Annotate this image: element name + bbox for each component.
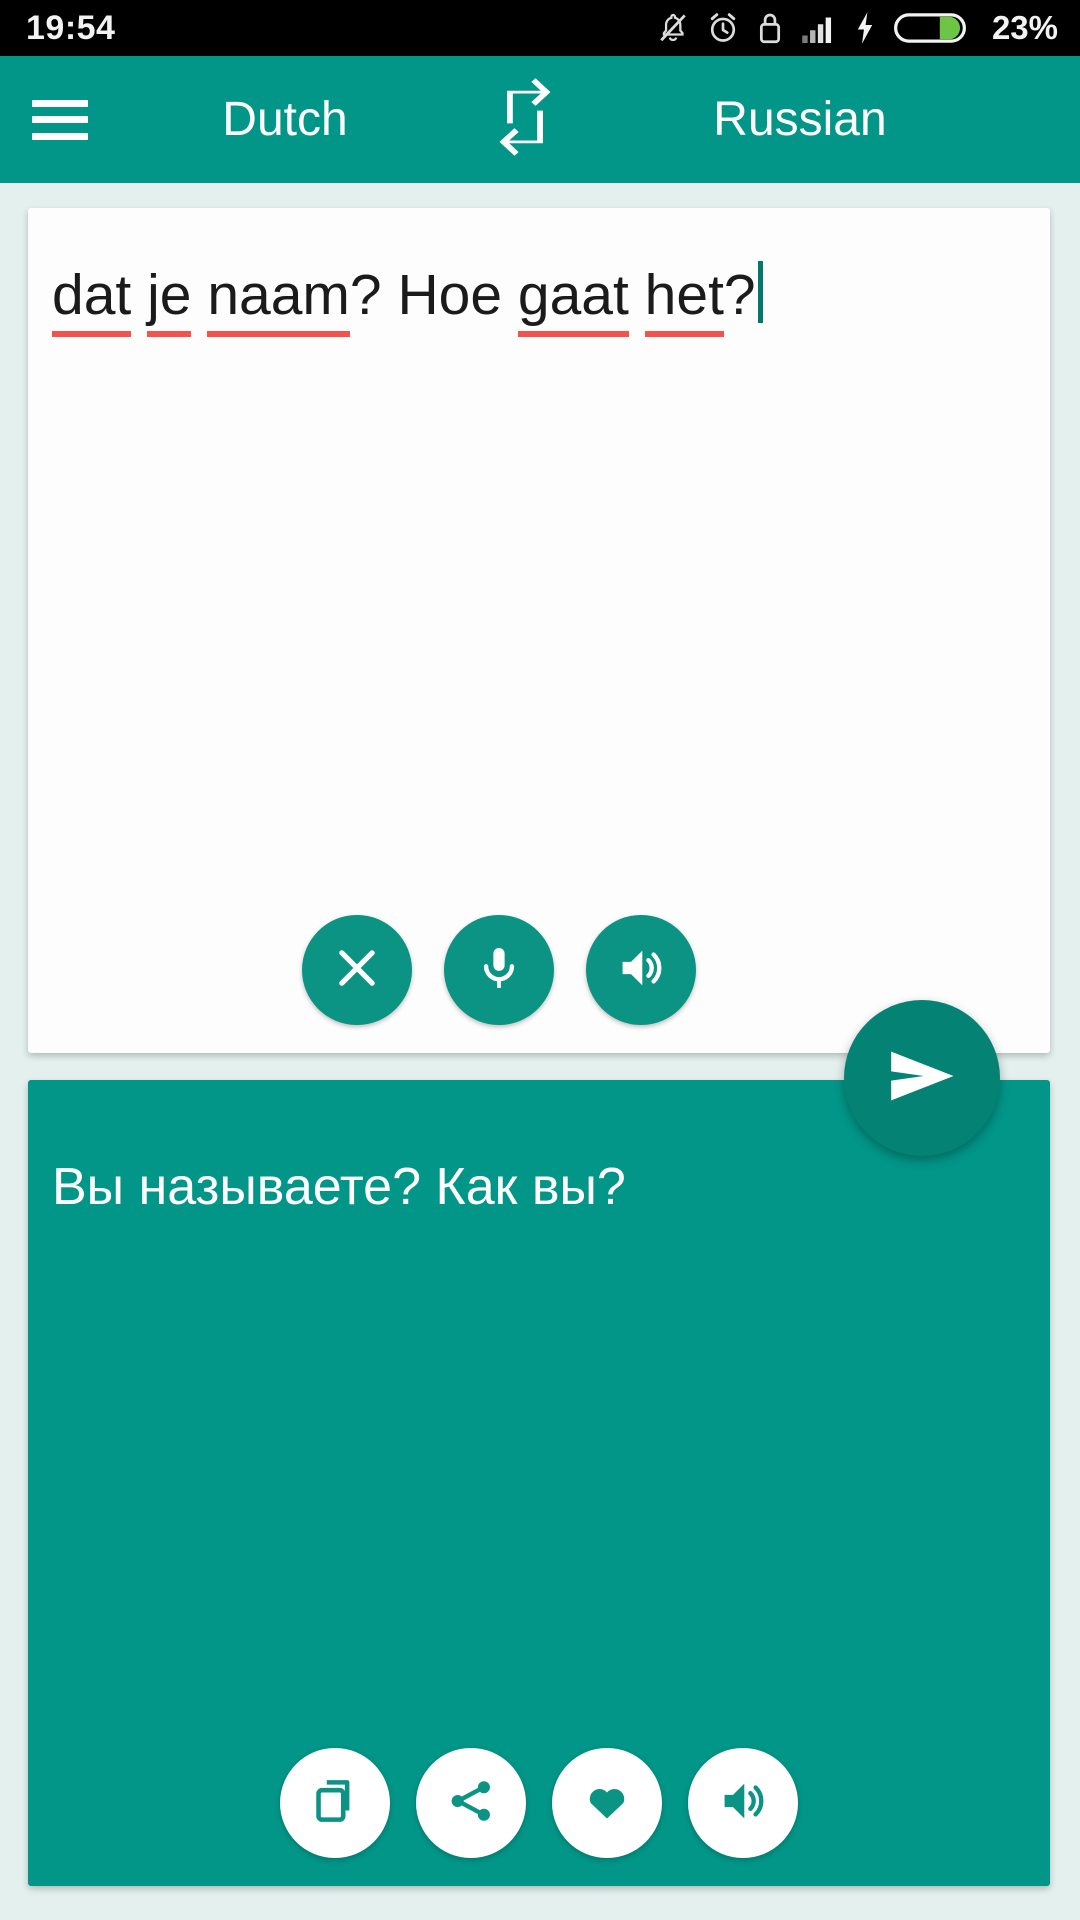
translation-listen-button[interactable] [688,1748,798,1858]
notifications-off-icon [657,10,689,46]
status-bar: 19:54 23% [0,0,1080,56]
misspelled-word: je [147,263,192,337]
app-bar: Dutch Russian [0,56,1080,183]
speaker-icon [716,1775,770,1832]
copy-button[interactable] [280,1748,390,1858]
status-clock: 19:54 [26,8,116,47]
favorite-button[interactable] [552,1748,662,1858]
battery-icon [893,11,966,45]
source-listen-button[interactable] [586,915,696,1025]
send-button[interactable] [844,1000,1000,1156]
share-icon [446,1776,496,1831]
source-language-selector[interactable]: Dutch [120,92,450,147]
charging-bolt-icon [853,10,877,46]
misspelled-word: dat [52,263,132,337]
source-text-input[interactable]: dat je naam? Hoe gaat het? [52,252,1026,337]
alarm-icon [706,10,740,46]
heart-icon [581,1776,633,1831]
translation-action-row [28,1748,1050,1858]
status-icon-group: 23% [657,9,1058,47]
share-button[interactable] [416,1748,526,1858]
menu-button[interactable] [0,56,120,183]
translation-text: Вы называете? Как вы? [52,1158,626,1216]
hamburger-menu-icon [32,99,88,140]
battery-percentage: 23% [991,9,1058,46]
signal-bars-icon [800,10,836,46]
misspelled-word: het [644,263,724,337]
swap-languages-button[interactable] [450,78,600,161]
app-screen: 19:54 23% Dutch Russian dat je naam? Hoe… [0,0,1080,1920]
source-word: ? [349,263,398,327]
usb-lock-icon [757,10,783,46]
swap-languages-icon [489,78,561,161]
close-icon [331,942,383,999]
send-icon [879,1033,965,1124]
source-word: ? [723,263,756,327]
copy-icon [309,1775,361,1832]
translation-result-card[interactable]: Вы называете? Как вы? [28,1080,1050,1886]
microphone-button[interactable] [444,915,554,1025]
text-cursor [757,261,763,323]
microphone-icon [474,942,524,999]
speaker-icon [614,942,668,999]
source-text-card[interactable]: dat je naam? Hoe gaat het? [28,208,1050,1053]
misspelled-word: naam [207,263,350,337]
target-language-selector[interactable]: Russian [600,92,1000,147]
clear-button[interactable] [302,915,412,1025]
source-word: Hoe [397,263,503,327]
source-text-content: dat je naam? Hoe gaat het? [52,263,756,337]
misspelled-word: gaat [517,263,629,337]
